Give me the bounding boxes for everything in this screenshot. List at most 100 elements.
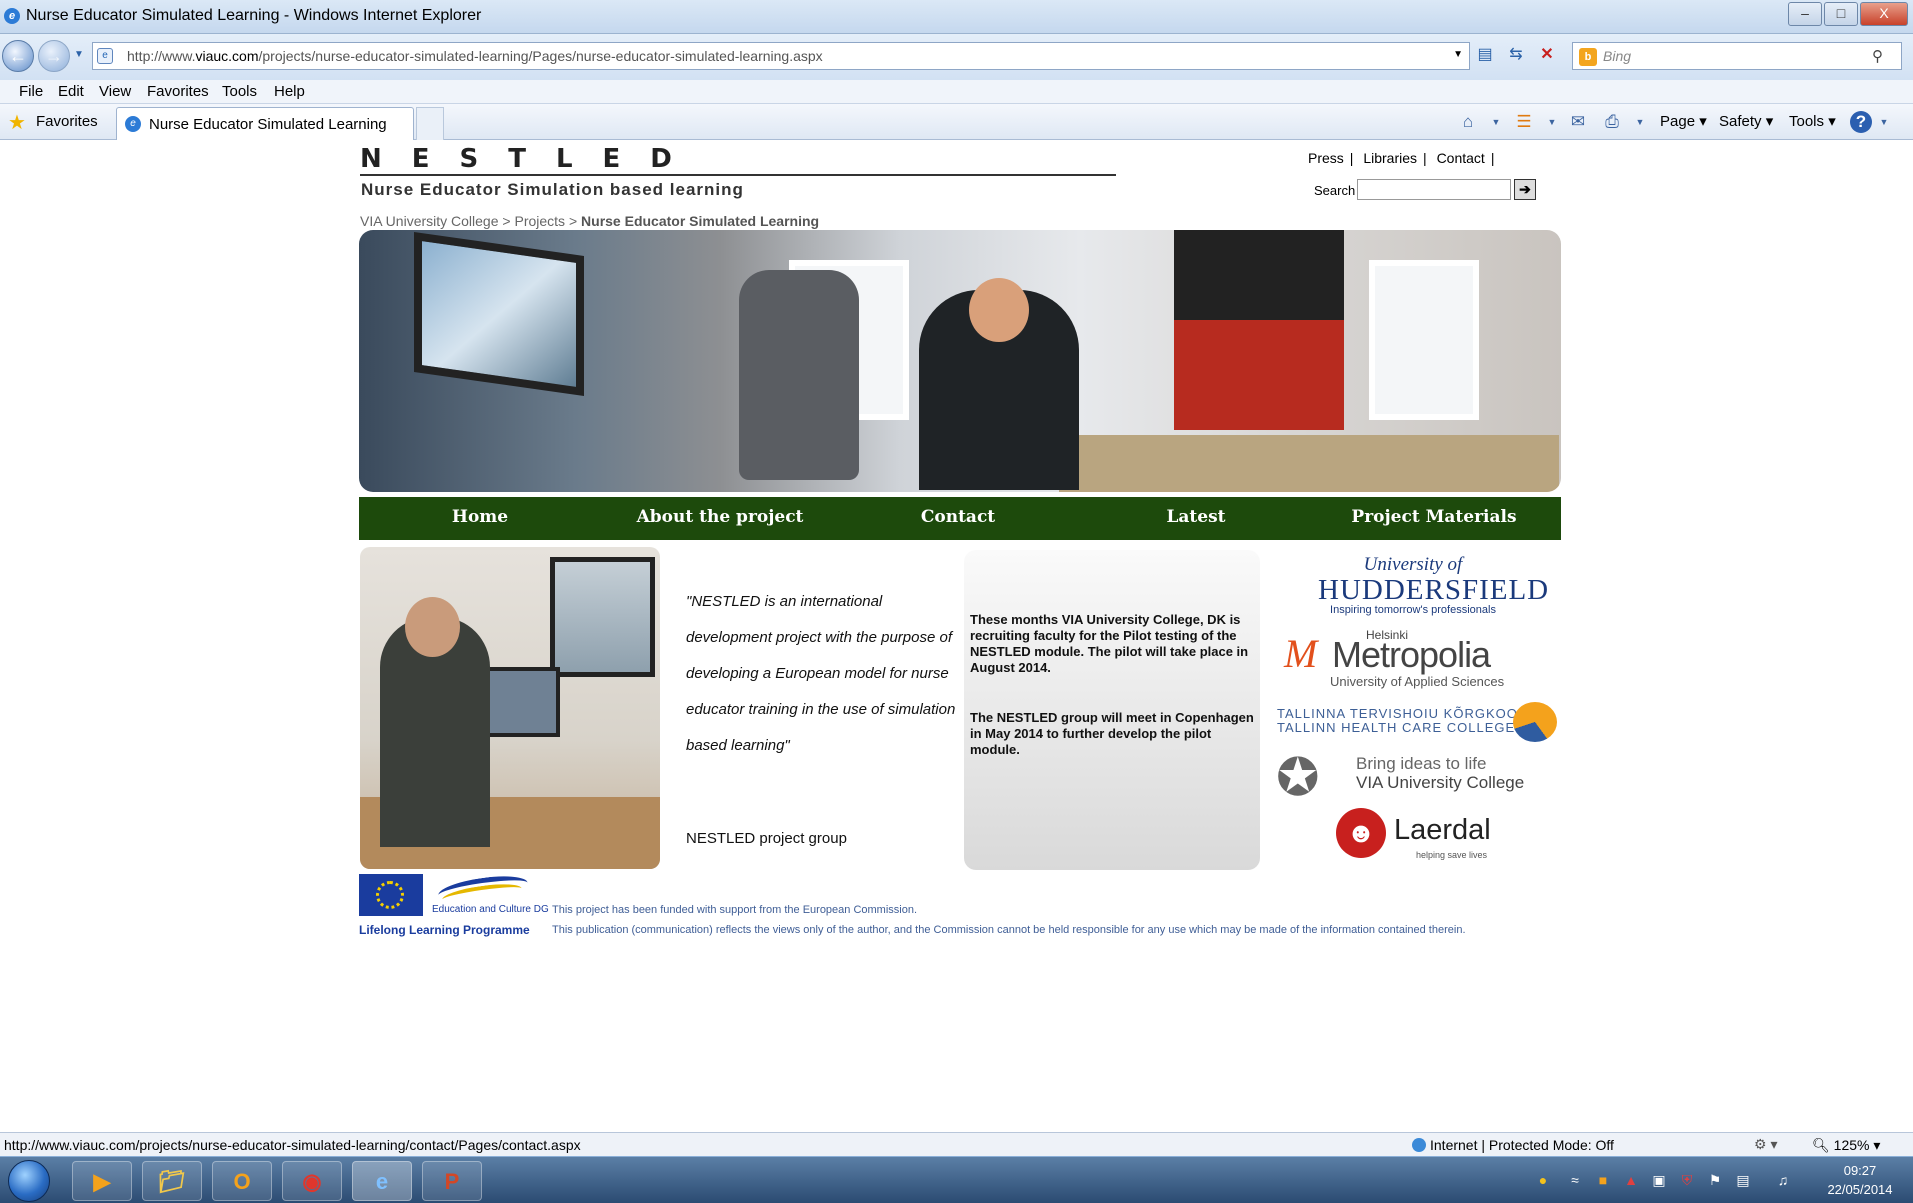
hero-image <box>359 230 1561 492</box>
address-url[interactable]: http://www.viauc.com/projects/nurse-educ… <box>127 48 823 64</box>
menu-help[interactable]: Help <box>274 83 305 100</box>
system-clock[interactable]: 09:27 22/05/2014 <box>1812 1161 1908 1199</box>
globe-icon <box>1412 1138 1426 1152</box>
tray-shield-icon[interactable]: ⛨ <box>1678 1171 1696 1189</box>
feeds-dropdown-icon[interactable]: ▼ <box>1540 110 1564 134</box>
menu-file[interactable]: File <box>19 83 43 100</box>
via-star-icon: ✪ <box>1276 749 1320 807</box>
home-icon[interactable]: ⌂ <box>1456 110 1480 134</box>
partner-logo-huddersfield[interactable]: University of HUDDERSFIELD Inspiring tom… <box>1318 554 1548 616</box>
page-icon: e <box>97 48 113 64</box>
outlook-icon[interactable]: O <box>212 1161 272 1201</box>
search-input[interactable]: b Bing ⚲ <box>1572 42 1902 70</box>
home-dropdown-icon[interactable]: ▼ <box>1484 110 1508 134</box>
link-libraries[interactable]: Libraries <box>1363 150 1417 166</box>
via-line2: VIA University College <box>1356 773 1525 792</box>
eu-flag-icon <box>359 874 423 916</box>
news-item-meeting: The NESTLED group will meet in Copenhage… <box>970 710 1254 757</box>
link-contact[interactable]: Contact <box>1437 150 1485 166</box>
site-logo[interactable]: NESTLED <box>360 144 702 174</box>
site-search-input[interactable] <box>1357 179 1511 200</box>
zoom-level[interactable]: 🔍︎ 125% ▾ <box>1812 1137 1880 1154</box>
tray-alert-icon[interactable]: ▲ <box>1622 1171 1640 1189</box>
maximize-button[interactable]: □ <box>1824 2 1858 26</box>
file-explorer-icon[interactable]: 📁︎ <box>142 1161 202 1201</box>
address-input[interactable]: e http://www.viauc.com/projects/nurse-ed… <box>92 42 1470 70</box>
history-dropdown-icon[interactable]: ▼ <box>68 44 90 66</box>
windows-taskbar: ▶ 📁︎ O ◉ e P ● ≈ ■ ▲ ▣ ⛨ ⚑ ▤ ♫ 09:27 22/… <box>0 1156 1913 1203</box>
tray-connection-icon[interactable]: ▤ <box>1734 1171 1752 1189</box>
nav-latest[interactable]: Latest <box>1077 497 1315 540</box>
window-titlebar: e Nurse Educator Simulated Learning - Wi… <box>0 0 1913 34</box>
tab-label: Nurse Educator Simulated Learning <box>149 116 387 133</box>
link-separator: | <box>1490 150 1495 166</box>
ie-logo-icon: e <box>4 8 20 24</box>
back-button[interactable]: ← <box>2 40 34 72</box>
partner-logo-laerdal[interactable]: ☻ Laerdal helping save lives <box>1336 804 1536 868</box>
link-press[interactable]: Press <box>1308 150 1344 166</box>
compatibility-view-icon[interactable]: ▤ <box>1474 44 1496 66</box>
breadcrumb: VIA University College > Projects > Nurs… <box>360 213 819 229</box>
close-button[interactable]: X <box>1860 2 1908 26</box>
education-culture-logo: Education and Culture DG <box>430 871 549 916</box>
security-zone[interactable]: Internet | Protected Mode: Off <box>1412 1137 1614 1153</box>
refresh-icon[interactable]: ⇆ <box>1505 44 1527 66</box>
tray-network-icon[interactable]: ≈ <box>1566 1171 1584 1189</box>
menu-view[interactable]: View <box>99 83 131 100</box>
nav-contact[interactable]: Contact <box>839 497 1077 540</box>
site-search-go-button[interactable]: ➔ <box>1514 179 1536 200</box>
protected-mode-icon[interactable]: ⚙ ▾ <box>1754 1136 1777 1153</box>
tools-menu[interactable]: Tools ▾ <box>1789 112 1836 130</box>
print-dropdown-icon[interactable]: ▼ <box>1628 110 1652 134</box>
clock-date: 22/05/2014 <box>1827 1182 1893 1197</box>
hero-manikin-bed <box>1059 435 1559 492</box>
page-menu[interactable]: Page ▾ <box>1660 112 1707 130</box>
mail-icon[interactable]: ✉ <box>1566 110 1590 134</box>
feeds-icon[interactable]: ☰ <box>1512 110 1536 134</box>
tab-ie-icon: e <box>125 116 141 132</box>
help-dropdown-icon[interactable]: ▼ <box>1872 110 1896 134</box>
tray-flag-icon[interactable]: ⚑ <box>1706 1171 1724 1189</box>
search-icon[interactable]: ⚲ <box>1872 47 1883 65</box>
laerdal-sub: helping save lives <box>1416 850 1488 860</box>
menu-edit[interactable]: Edit <box>58 83 84 100</box>
start-button[interactable] <box>8 1160 50 1202</box>
media-player-icon[interactable]: ▶ <box>72 1161 132 1201</box>
minimize-button[interactable]: – <box>1788 2 1822 26</box>
help-icon[interactable]: ? <box>1850 111 1872 133</box>
breadcrumb-projects[interactable]: Projects <box>514 213 565 229</box>
nav-project-materials[interactable]: Project Materials <box>1315 497 1553 540</box>
new-tab-button[interactable] <box>416 107 444 140</box>
partner-logo-metropolia[interactable]: M Helsinki Metropolia University of Appl… <box>1280 628 1520 689</box>
partner-logo-via[interactable]: ✪ Bring ideas to life VIA University Col… <box>1276 750 1566 810</box>
chrome-icon[interactable]: ◉ <box>282 1161 342 1201</box>
window-title: Nurse Educator Simulated Learning - Wind… <box>26 7 482 24</box>
tray-volume-icon[interactable]: ♫ <box>1774 1171 1792 1189</box>
favorites-button[interactable]: Favorites <box>36 113 98 130</box>
web-page: NESTLED Nurse Educator Simulation based … <box>0 140 1913 1132</box>
stop-icon[interactable]: ✕ <box>1536 44 1558 66</box>
safety-menu[interactable]: Safety ▾ <box>1719 112 1773 130</box>
tray-outlook-icon[interactable]: ■ <box>1594 1171 1612 1189</box>
breadcrumb-separator: > <box>502 213 511 229</box>
address-dropdown-icon[interactable]: ▼ <box>1453 49 1463 60</box>
tray-update-icon[interactable]: ● <box>1534 1171 1552 1189</box>
link-separator: | <box>1349 150 1354 166</box>
hero-person <box>1174 230 1344 430</box>
tab-nurse-educator[interactable]: e Nurse Educator Simulated Learning <box>116 107 414 140</box>
print-icon[interactable]: ⎙ <box>1600 110 1624 134</box>
powerpoint-icon[interactable]: P <box>422 1161 482 1201</box>
favorites-star-icon[interactable]: ★ <box>8 110 26 135</box>
tray-display-icon[interactable]: ▣ <box>1650 1171 1668 1189</box>
huddersfield-line1: University of <box>1363 554 1463 575</box>
nav-about[interactable]: About the project <box>601 497 839 540</box>
partner-logo-tallinn[interactable]: TALLINNA TERVISHOIU KÕRGKOOL TALLINN HEA… <box>1277 700 1567 744</box>
internet-explorer-icon[interactable]: e <box>352 1161 412 1201</box>
breadcrumb-via[interactable]: VIA University College <box>360 213 499 229</box>
metropolia-sub: University of Applied Sciences <box>1330 674 1505 689</box>
menu-favorites[interactable]: Favorites <box>147 83 209 100</box>
menu-tools[interactable]: Tools <box>222 83 257 100</box>
forward-button[interactable]: → <box>38 40 70 72</box>
favorites-bar: ★ Favorites e Nurse Educator Simulated L… <box>0 104 1913 140</box>
nav-home[interactable]: Home <box>361 497 599 540</box>
